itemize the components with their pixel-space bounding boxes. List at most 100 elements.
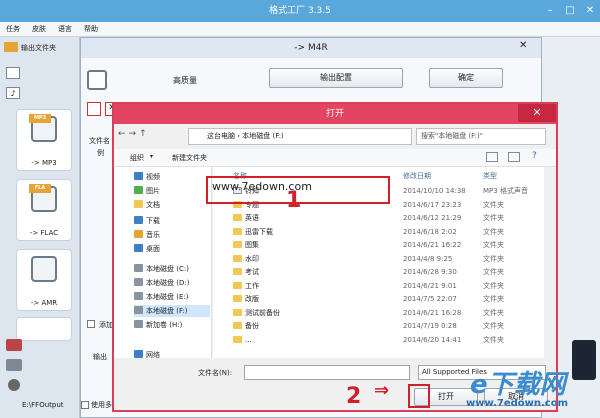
filename-label: 文件名(N): (198, 369, 233, 377)
nav-item[interactable]: 新加卷 (H:) (134, 319, 210, 331)
nav-item-label: 下载 (146, 217, 160, 225)
file-row[interactable]: 图集 2014/6/21 16:22 文件夹 (213, 239, 544, 251)
video-category-icon[interactable] (6, 67, 20, 79)
format-amr-card[interactable]: -> AMR (16, 249, 72, 311)
folder-icon (233, 227, 242, 235)
nav-item-label: 图片 (146, 187, 160, 195)
format-mp3-label: -> MP3 (31, 159, 57, 167)
file-name-cell: 英语 (233, 212, 259, 224)
filename-input[interactable] (244, 365, 410, 380)
file-date: 2014/6/20 14:41 (403, 335, 462, 344)
output-folder-button[interactable]: 输出文件夹 (4, 41, 76, 55)
dialog-close-icon[interactable]: ✕ (518, 104, 556, 122)
navigation-pane: 视频图片文档下载音乐桌面本地磁盘 (C:) 本地磁盘 (D:) 本地磁盘 (E:) 本… (114, 167, 212, 367)
file-row[interactable]: 改版 2014/7/5 22:07 文件夹 (213, 293, 544, 305)
file-list-scrollbar[interactable] (544, 167, 556, 367)
file-date: 2014/6/12 21:29 (403, 214, 462, 222)
menu-skin[interactable]: 皮肤 (26, 22, 52, 37)
folder-icon (233, 308, 242, 316)
file-date: 2014/6/21 9:01 (403, 281, 457, 290)
brand-logo: e下载网 (470, 370, 566, 400)
nav-icon (134, 320, 143, 328)
file-row[interactable]: 备份 2014/7/19 0:28 文件夹 (213, 320, 544, 332)
nav-item[interactable]: 本地磁盘 (D:) (134, 277, 210, 289)
nav-icon (134, 278, 143, 286)
file-row[interactable]: 工作 2014/6/21 9:01 文件夹 (213, 280, 544, 292)
search-box[interactable]: 搜索"本地磁盘 (F:)" (416, 128, 546, 145)
dialog-title: 打开 (114, 104, 556, 124)
nav-item[interactable]: 本地磁盘 (F:) (134, 305, 210, 317)
add-checkbox[interactable] (87, 320, 95, 328)
toolbox-icon[interactable] (6, 339, 22, 351)
format-mp3-card[interactable]: MP3 -> MP3 (16, 109, 72, 171)
nav-item-label: 本地磁盘 (C:) (146, 265, 189, 273)
col-date[interactable]: 修改日期 (403, 171, 431, 181)
file-date: 2014/6/17 23:23 (403, 200, 462, 209)
file-name: 改版 (245, 295, 259, 303)
file-row[interactable]: ... 2014/6/20 14:41 文件夹 (213, 334, 544, 346)
file-name-cell: 水印 (233, 253, 259, 265)
m4r-close-icon[interactable]: ✕ (519, 40, 527, 51)
nav-item[interactable]: 文档 (134, 199, 210, 211)
flac-icon: FLA (29, 184, 57, 212)
format-amr-label: -> AMR (30, 299, 58, 307)
new-folder-button[interactable]: 新建文件夹 (172, 153, 207, 163)
col-type[interactable]: 类型 (483, 171, 497, 181)
nav-icon (134, 292, 143, 300)
mp3-icon: MP3 (29, 114, 57, 142)
multithread-checkbox[interactable] (81, 401, 89, 409)
nav-item-label: 视频 (146, 173, 160, 181)
step-number-1: 1 (286, 188, 302, 213)
arrow-right-icon: ⇒ (374, 380, 390, 401)
preview-pane-icon[interactable] (508, 152, 520, 162)
file-type: MP3 格式声音 (483, 187, 528, 195)
nav-item[interactable]: 音乐 (134, 229, 210, 241)
music-category-icon[interactable]: ♪ (6, 87, 20, 99)
gear-icon[interactable] (8, 379, 20, 391)
format-next-card[interactable] (16, 317, 72, 341)
organize-menu[interactable]: 组织 (130, 153, 144, 163)
add-file-icon[interactable] (87, 102, 101, 116)
breadcrumb-pc[interactable]: 这台电脑 (207, 132, 235, 140)
menu-help[interactable]: 帮助 (78, 22, 104, 37)
disk-icon[interactable] (6, 359, 22, 371)
file-type: 文件夹 (483, 214, 504, 222)
minimize-icon[interactable]: – (540, 3, 560, 18)
file-name-cell: 改版 (233, 293, 259, 305)
address-bar[interactable]: 这台电脑 › 本地磁盘 (F:) (188, 128, 412, 145)
ok-button[interactable]: 确定 (429, 68, 503, 88)
nav-icon (134, 244, 143, 252)
menu-task[interactable]: 任务 (0, 22, 26, 37)
nav-item[interactable]: 桌面 (134, 243, 210, 255)
file-date: 2014/7/19 0:28 (403, 322, 457, 330)
file-type: 文件夹 (483, 200, 504, 209)
file-row[interactable]: 英语 2014/6/12 21:29 文件夹 (213, 212, 544, 224)
format-flac-card[interactable]: FLA -> FLAC (16, 179, 72, 241)
menu-language[interactable]: 语言 (52, 22, 78, 37)
maximize-icon[interactable]: □ (560, 3, 580, 18)
breadcrumb-drive[interactable]: 本地磁盘 (F:) (242, 132, 284, 140)
file-name: 英语 (245, 214, 259, 222)
dialog-toolbar: 组织 ▾ 新建文件夹 ? (114, 149, 556, 167)
nav-item[interactable]: 视频 (134, 171, 210, 183)
nav-arrows-icon[interactable]: ←→↑ (118, 129, 150, 139)
nav-item[interactable]: 下载 (134, 215, 210, 227)
output-settings-button[interactable]: 输出配置 (269, 68, 403, 88)
nav-item[interactable]: 图片 (134, 185, 210, 197)
file-name: 水印 (245, 254, 259, 263)
file-row[interactable]: 迅雷下载 2014/6/18 2:02 文件夹 (213, 226, 544, 238)
file-row[interactable]: 考试 2014/6/28 9:30 文件夹 (213, 266, 544, 278)
mp3-tag: MP3 (29, 114, 51, 123)
view-icon[interactable] (486, 152, 498, 162)
brand-url: www.7edown.com (466, 398, 569, 409)
format-flac-label: -> FLAC (29, 229, 59, 237)
file-date: 2014/6/18 2:02 (403, 227, 457, 236)
nav-item[interactable]: 本地磁盘 (E:) (134, 291, 210, 303)
file-row[interactable]: 水印 2014/4/8 9:25 文件夹 (213, 253, 544, 265)
nav-item[interactable]: 本地磁盘 (C:) (134, 263, 210, 275)
file-row[interactable]: 测试前备份 2014/6/21 16:28 文件夹 (213, 307, 544, 319)
close-icon[interactable]: ✕ (580, 3, 600, 18)
help-icon[interactable]: ? (532, 151, 537, 161)
nav-icon (134, 216, 143, 224)
file-name-column: 文件名 (89, 137, 110, 145)
